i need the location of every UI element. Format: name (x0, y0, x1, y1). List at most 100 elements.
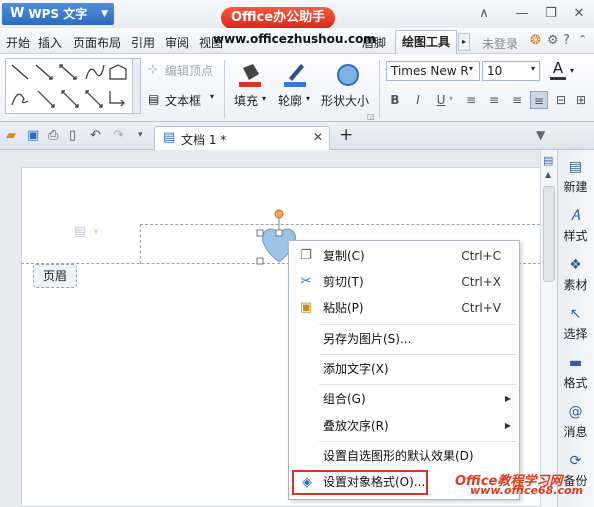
menu-item-add-text-label: 添加文字(X) (323, 362, 389, 376)
font-size-value: 10 (487, 64, 503, 78)
menu-item-order[interactable]: 叠放次序(R) ▶ (290, 413, 519, 439)
align-center-icon[interactable]: ≡ (485, 91, 503, 109)
print-preview-icon[interactable]: ▯ (69, 128, 76, 143)
justify-icon[interactable]: ≡ (530, 91, 548, 109)
sidebar-item-select-label: 选择 (563, 327, 588, 341)
skin-icon[interactable]: ❂ (530, 33, 541, 48)
fill-icon (238, 62, 262, 88)
menu-item-cut[interactable]: ✂ 剪切(T) Ctrl+X (290, 269, 519, 295)
at-sign-icon: @ (568, 404, 583, 420)
submenu-arrow-icon: ▶ (504, 394, 511, 403)
menu-page-layout[interactable]: 页面布局 (73, 34, 121, 51)
underline-button[interactable]: U (432, 91, 450, 109)
sidebar-item-material-label: 素材 (563, 278, 588, 292)
textbox-icon: ▤ (148, 92, 160, 106)
fill-button[interactable]: 填充 (234, 92, 258, 109)
sidebar-item-select[interactable]: ↖ 选择 (557, 305, 594, 342)
menu-separator (319, 324, 517, 325)
menu-scroll-right-button[interactable]: ▸ (458, 33, 470, 51)
sidebar-item-new[interactable]: ▤ 新建 (557, 158, 594, 195)
sidebar-item-message-label: 消息 (563, 425, 588, 439)
more-format-icon[interactable]: ⊞ (572, 91, 590, 109)
sidebar-item-format[interactable]: ▬ 格式 (557, 354, 594, 391)
header-options-dropdown-icon[interactable]: ▾ (94, 227, 98, 236)
close-button[interactable]: ✕ (568, 4, 590, 24)
minimize-button[interactable]: — (511, 4, 533, 24)
menu-item-group[interactable]: 组合(G) ▶ (290, 386, 519, 412)
ruler-toggle-icon[interactable]: ▤ (543, 154, 553, 167)
tab-list-icon[interactable]: ▼ (536, 128, 545, 142)
document-tab[interactable]: ▤ 文档 1 * ✕ (154, 126, 330, 150)
sidebar-item-style-label: 样式 (563, 229, 588, 243)
document-tab-title: 文档 1 * (181, 133, 227, 147)
redo-icon[interactable]: ↷ (113, 128, 124, 143)
menu-separator-4 (319, 441, 517, 442)
menu-item-format-object-label: 设置对象格式(O)... (323, 475, 426, 489)
textbox-dropdown-icon[interactable]: ▾ (210, 92, 214, 101)
header-label: 页眉 (33, 264, 77, 288)
menu-item-save-as-image[interactable]: 另存为图片(S)... (290, 326, 519, 352)
distribute-icon[interactable]: ⊟ (552, 91, 570, 109)
fill-dropdown-icon[interactable]: ▾ (262, 94, 266, 103)
menu-item-group-label: 组合(G) (323, 392, 366, 406)
shape-size-button[interactable]: 形状大小 (321, 92, 369, 109)
sidebar-item-message[interactable]: @ 消息 (557, 403, 594, 440)
vertical-scrollbar[interactable]: ▤ ▲ (540, 150, 557, 507)
menu-start[interactable]: 开始 (6, 34, 30, 51)
italic-button[interactable]: I (409, 91, 427, 109)
save-icon[interactable]: ▣ (27, 128, 39, 143)
scrollbar-thumb[interactable] (543, 186, 555, 282)
open-folder-icon[interactable]: ▰ (6, 128, 16, 143)
wps-menu-label: WPS 文字 (28, 7, 88, 21)
underline-dropdown-icon[interactable]: ▾ (449, 94, 453, 103)
edit-vertex-button[interactable]: 编辑顶点 (165, 62, 213, 79)
line-shapes-gallery[interactable] (5, 58, 133, 114)
ribbon-divider-2 (379, 60, 380, 118)
menu-item-add-text[interactable]: 添加文字(X) (290, 356, 519, 382)
menu-item-default-effect-label: 设置自选图形的默认效果(D) (323, 449, 474, 463)
gallery-scroll[interactable] (133, 58, 141, 114)
sidebar-item-material[interactable]: ❖ 素材 (557, 256, 594, 293)
font-color-icon[interactable]: A (547, 60, 569, 82)
scissors-icon: ✂ (300, 274, 312, 289)
font-name-dropdown-icon[interactable]: ▾ (469, 64, 473, 73)
copy-icon: ❐ (300, 248, 312, 263)
menu-item-format-object[interactable]: ◈ 设置对象格式(O)... (292, 470, 428, 495)
quick-access-dropdown-icon[interactable]: ▾ (138, 130, 143, 140)
bold-button[interactable]: B (386, 91, 404, 109)
collapse-menu-icon[interactable]: ⌃ (578, 33, 587, 46)
wps-menu-button[interactable]: W WPS 文字 ▼ (2, 3, 114, 25)
settings-icon[interactable]: ⚙ (547, 33, 559, 48)
collapse-ribbon-icon[interactable]: ∧ (473, 4, 495, 24)
font-name-combo[interactable]: Times New R (386, 61, 480, 81)
maximize-button[interactable]: ❐ (540, 4, 562, 24)
undo-icon[interactable]: ↶ (90, 128, 101, 143)
menu-item-order-label: 叠放次序(R) (323, 419, 389, 433)
print-icon[interactable]: ⎙ (48, 128, 58, 143)
menu-item-default-effect[interactable]: 设置自选图形的默认效果(D) (290, 443, 519, 469)
dialog-launcher-icon[interactable]: ◲ (367, 112, 375, 121)
outline-dropdown-icon[interactable]: ▾ (306, 94, 310, 103)
menu-drawing-tools[interactable]: 绘图工具 (395, 30, 457, 54)
menu-item-copy[interactable]: ❐ 复制(C) Ctrl+C (290, 243, 519, 269)
scroll-up-icon[interactable]: ▲ (545, 170, 551, 179)
font-size-dropdown-icon[interactable]: ▾ (531, 64, 535, 73)
menu-review[interactable]: 审阅 (165, 34, 189, 51)
sidebar-item-style[interactable]: 𝐴 样式 (557, 207, 594, 244)
font-color-dropdown-icon[interactable]: ▾ (570, 66, 574, 75)
header-options-icon[interactable]: ▤ (74, 224, 86, 239)
menu-separator-3 (319, 384, 517, 385)
close-tab-icon[interactable]: ✕ (313, 130, 323, 144)
help-icon[interactable]: ? (563, 33, 570, 48)
wps-writer-window: W WPS 文字 ▼ Office办公助手 ∧ — ❐ ✕ 开始 插入 页面布局… (0, 0, 594, 507)
align-right-icon[interactable]: ≡ (508, 91, 526, 109)
textbox-button[interactable]: 文本框 (165, 92, 201, 109)
menu-references[interactable]: 引用 (131, 34, 155, 51)
menu-item-paste[interactable]: ▣ 粘贴(P) Ctrl+V (290, 295, 519, 321)
menu-item-paste-label: 粘贴(P) (323, 301, 364, 315)
menu-insert[interactable]: 插入 (38, 34, 62, 51)
align-left-icon[interactable]: ≡ (462, 91, 480, 109)
new-tab-button[interactable]: + (339, 125, 353, 145)
outline-button[interactable]: 轮廓 (278, 92, 302, 109)
login-link[interactable]: 未登录 (482, 35, 518, 52)
